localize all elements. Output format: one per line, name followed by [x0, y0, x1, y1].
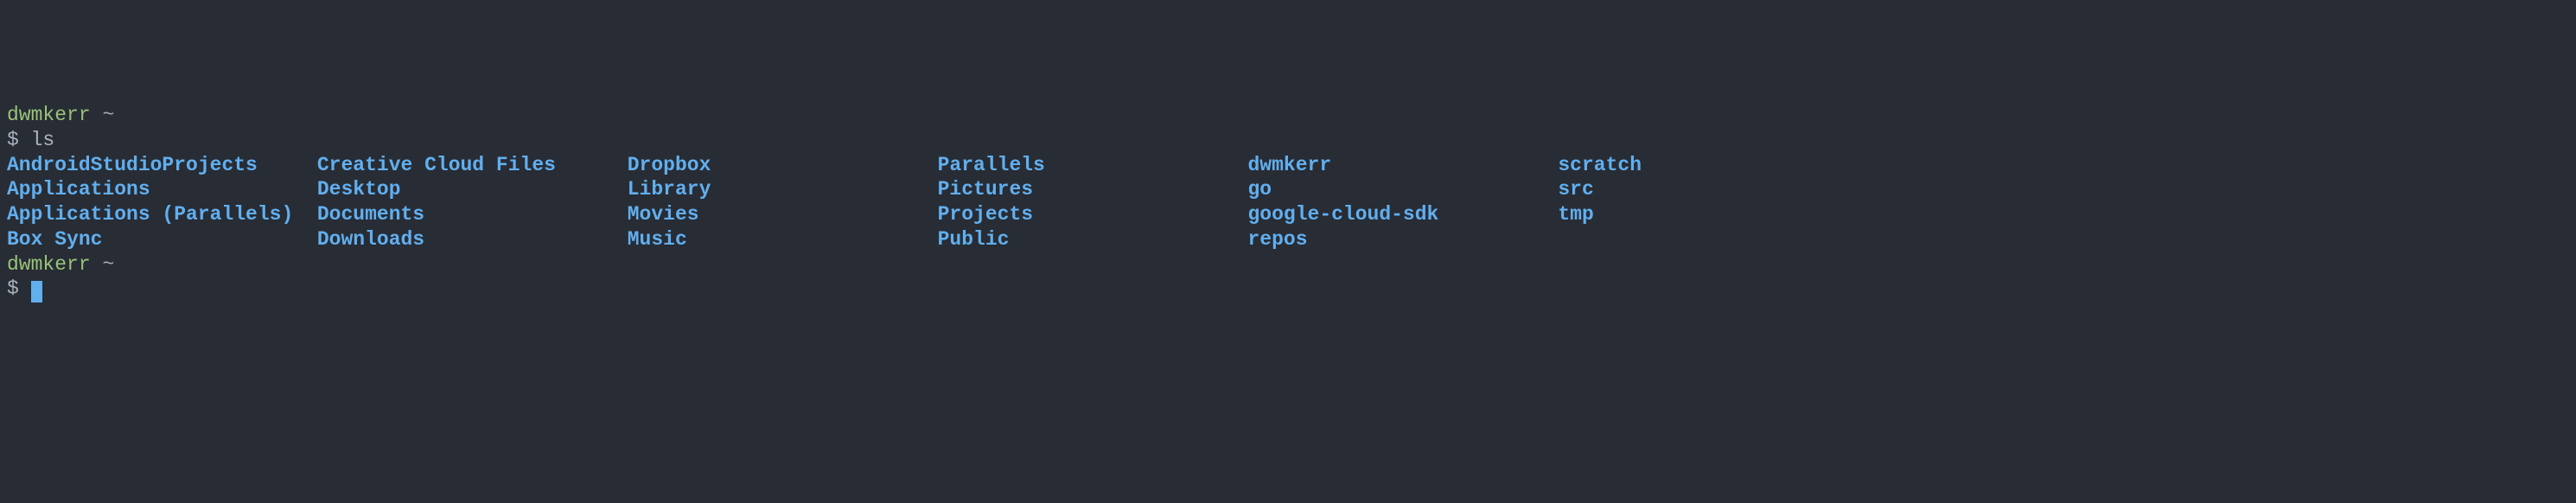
directory-entry: Projects — [938, 203, 1033, 226]
prompt-symbol: $ — [7, 129, 19, 151]
cursor — [31, 281, 43, 302]
ls-output: AndroidStudioProjects Creative Cloud Fil… — [7, 153, 2569, 252]
directory-entry: Desktop — [317, 178, 401, 201]
prompt-line-1: dwmkerr ~ — [7, 103, 2569, 128]
ls-row: Applications (Parallels) Documents Movie… — [7, 202, 2569, 227]
directory-entry: Applications (Parallels) — [7, 203, 293, 226]
prompt-user: dwmkerr — [7, 104, 91, 126]
ls-row: Box Sync Downloads Music Public repos — [7, 227, 2569, 252]
directory-entry: Box Sync — [7, 228, 102, 251]
directory-entry: AndroidStudioProjects — [7, 154, 258, 176]
directory-entry: Applications — [7, 178, 150, 201]
directory-entry: Music — [628, 228, 687, 251]
command-line-2: $ — [7, 277, 2569, 302]
prompt-path: ~ — [102, 253, 114, 276]
directory-entry: Movies — [628, 203, 699, 226]
directory-entry: dwmkerr — [1248, 154, 1332, 176]
directory-entry: Creative Cloud Files — [317, 154, 556, 176]
directory-entry: google-cloud-sdk — [1248, 203, 1439, 226]
directory-entry: Downloads — [317, 228, 424, 251]
directory-entry: Parallels — [938, 154, 1045, 176]
directory-entry: tmp — [1558, 203, 1593, 226]
command-text: ls — [31, 129, 55, 151]
ls-row: AndroidStudioProjects Creative Cloud Fil… — [7, 153, 2569, 178]
directory-entry: Dropbox — [628, 154, 711, 176]
directory-entry: Public — [938, 228, 1010, 251]
ls-row: Applications Desktop Library Pictures go… — [7, 177, 2569, 202]
prompt-line-2: dwmkerr ~ — [7, 252, 2569, 277]
directory-entry: Documents — [317, 203, 424, 226]
directory-entry: src — [1558, 178, 1593, 201]
directory-entry: Library — [628, 178, 711, 201]
prompt-symbol: $ — [7, 277, 19, 300]
command-line-1: $ ls — [7, 128, 2569, 153]
directory-entry: Pictures — [938, 178, 1033, 201]
terminal[interactable]: dwmkerr ~$ lsAndroidStudioProjects Creat… — [7, 103, 2569, 302]
directory-entry: go — [1248, 178, 1272, 201]
prompt-path: ~ — [102, 104, 114, 126]
directory-entry: scratch — [1558, 154, 1642, 176]
prompt-user: dwmkerr — [7, 253, 91, 276]
directory-entry: repos — [1248, 228, 1308, 251]
